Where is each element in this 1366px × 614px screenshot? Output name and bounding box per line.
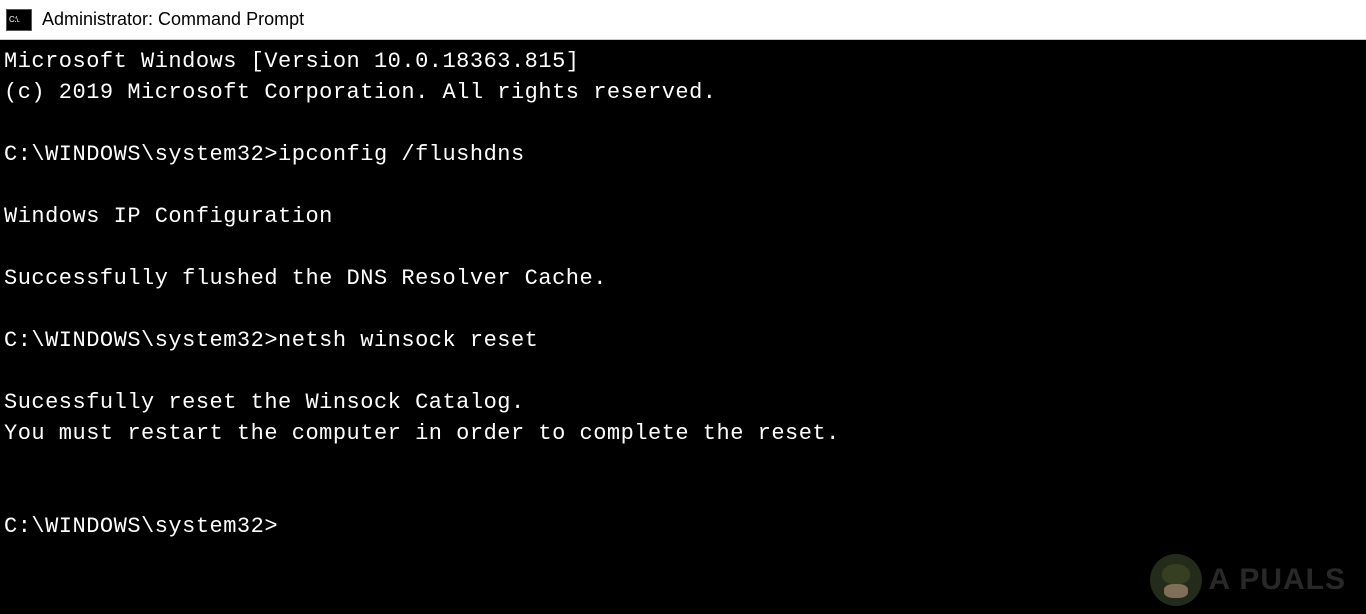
cmd-icon: C:\. — [6, 9, 32, 31]
terminal-output[interactable]: Microsoft Windows [Version 10.0.18363.81… — [0, 40, 1366, 548]
watermark-text: A PUALS — [1208, 563, 1346, 597]
watermark-avatar-icon — [1150, 554, 1202, 606]
window-title: Administrator: Command Prompt — [42, 9, 304, 30]
watermark: A PUALS — [1150, 554, 1346, 606]
window-title-bar: C:\. Administrator: Command Prompt — [0, 0, 1366, 40]
